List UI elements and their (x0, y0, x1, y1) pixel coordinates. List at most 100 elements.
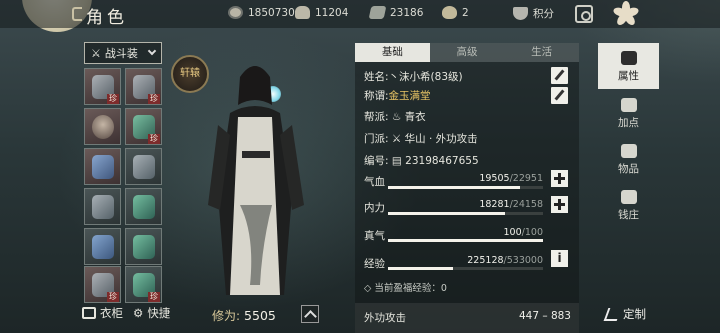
gear-icon: ⚙ (133, 306, 144, 320)
slot-bracer[interactable] (125, 148, 162, 185)
name-value: 丶沫小希(83级) (388, 71, 463, 83)
mortarboard-icon (620, 51, 637, 65)
tab-bank[interactable]: 钱庄 (598, 182, 659, 228)
armor-icon (92, 155, 114, 179)
title-row: 称谓:金玉满堂 (364, 88, 431, 103)
qi-value: 100/100 (504, 227, 543, 238)
slot-ring[interactable] (125, 188, 162, 225)
wand-icon (603, 307, 622, 321)
name-label: 姓名: (364, 71, 389, 83)
tab-points-label: 加点 (618, 117, 639, 129)
name-row: 姓名:丶沫小希(83级) (364, 69, 463, 84)
attack-label: 外功攻击 (364, 312, 406, 324)
hp-bar-fill (388, 186, 520, 189)
quick-label: 快捷 (147, 306, 171, 320)
slot-tag: 珍 (107, 94, 119, 104)
mp-bar-fill (388, 212, 506, 215)
wardrobe-label: 衣柜 (100, 306, 123, 320)
tab-points[interactable]: 加点 (598, 90, 659, 136)
tab-bank-label: 钱庄 (618, 209, 639, 221)
slot-weapon-secondary[interactable]: 珍 (125, 68, 162, 105)
info-panel: 姓名:丶沫小希(83级) 称谓:金玉满堂 帮派: ♨ 青衣 门派: ⚔ 华山 ·… (355, 62, 579, 333)
exp-bar-fill (388, 267, 454, 270)
coin-value: 1850730 (248, 6, 295, 19)
page-title: 角色 (72, 3, 128, 28)
mp-bar (388, 212, 543, 215)
tab-attributes[interactable]: 属性 (598, 43, 659, 89)
resource-banknote[interactable]: 23186 (368, 6, 424, 19)
exp-value: 225128/533000 (467, 255, 543, 266)
hp-max: /22951 (509, 173, 543, 184)
tab-advanced[interactable]: 高级 (430, 43, 505, 62)
slot-necklace[interactable]: 珍 (125, 108, 162, 145)
qi-max: /100 (521, 227, 543, 238)
sliders-icon (620, 98, 637, 112)
mp-label: 内力 (364, 202, 385, 214)
title-value: 金玉满堂 (388, 90, 431, 102)
quick-button[interactable]: ⚙ 快捷 (133, 305, 170, 321)
cultivation-up-button[interactable] (301, 305, 319, 323)
banknote-icon (368, 6, 387, 19)
exp-current: 225128 (467, 255, 504, 266)
customize-label: 定制 (623, 307, 646, 321)
slot-armor[interactable] (84, 148, 121, 185)
slot-tag: 珍 (148, 134, 160, 144)
sect-row: 门派: ⚔ 华山 · 外功攻击 (364, 131, 478, 146)
shield-icon (513, 7, 528, 20)
id-value: 23198467655 (405, 155, 479, 167)
back-hook-icon[interactable] (72, 7, 82, 21)
hp-add-button[interactable] (551, 170, 568, 187)
customize-button[interactable]: 定制 (603, 306, 646, 322)
id-label: 编号: (364, 155, 389, 167)
tab-attributes-label: 属性 (618, 70, 639, 82)
equipment-set-dropdown[interactable]: ⚔ 战斗装 (84, 42, 162, 64)
qi-label: 真气 (364, 230, 385, 242)
mp-value: 18281/24158 (479, 199, 543, 210)
belt-icon (92, 195, 114, 219)
slot-charm[interactable]: 珍 (125, 266, 162, 303)
bonus-exp-hint: ◇ 当前盈福经验：0 (364, 283, 447, 294)
tab-basic[interactable]: 基础 (355, 43, 430, 62)
ingot-icon (295, 6, 310, 19)
slot-belt[interactable] (84, 188, 121, 225)
left-bottom-bar: 衣柜 ⚙ 快捷 (82, 305, 170, 321)
jade-icon (133, 235, 155, 259)
id-card-icon: ▤ (391, 155, 402, 167)
sect-value: 华山 · 外功攻击 (404, 133, 478, 145)
mp-add-button[interactable] (551, 196, 568, 213)
edit-title-button[interactable] (551, 87, 568, 104)
qi-bar (388, 239, 543, 242)
attack-row: 外功攻击 447 – 883 (355, 303, 579, 333)
slot-pants[interactable] (84, 228, 121, 265)
slot-boots[interactable]: 珍 (84, 266, 121, 303)
exp-info-button[interactable]: i (551, 250, 568, 267)
wardrobe-button[interactable]: 衣柜 (82, 305, 123, 321)
head-icon (92, 115, 114, 139)
sect-icon: ⚔ (391, 133, 402, 145)
hp-bar (388, 186, 543, 189)
slot-weapon[interactable]: 珍 (84, 68, 121, 105)
slot-jade[interactable] (125, 228, 162, 265)
guild-icon: ♨ (391, 111, 402, 123)
exp-max: /533000 (503, 255, 543, 266)
edit-name-button[interactable] (551, 67, 568, 84)
hp-value: 19505/22951 (479, 173, 543, 184)
points-button[interactable]: 积分 (513, 6, 554, 21)
ring-icon (133, 195, 155, 219)
info-tabs: 基础 高级 生活 (355, 43, 579, 62)
banknote-value: 23186 (390, 6, 424, 19)
qi-current: 100 (503, 227, 522, 238)
cultivation-value: 5505 (244, 308, 276, 323)
guild-value: 青衣 (404, 111, 426, 123)
tab-items[interactable]: 物品 (598, 136, 659, 182)
resource-pouch[interactable]: 2 (442, 6, 469, 19)
tab-life[interactable]: 生活 (504, 43, 579, 62)
flower-emblem-icon[interactable] (612, 1, 640, 27)
resource-ingot[interactable]: 11204 (295, 6, 348, 19)
guild-row: 帮派: ♨ 青衣 (364, 109, 426, 124)
slot-helmet[interactable] (84, 108, 121, 145)
character-model[interactable] (200, 55, 310, 305)
camera-button[interactable] (575, 5, 593, 23)
slot-tag: 珍 (148, 94, 160, 104)
resource-coin[interactable]: 1850730 (228, 6, 295, 19)
